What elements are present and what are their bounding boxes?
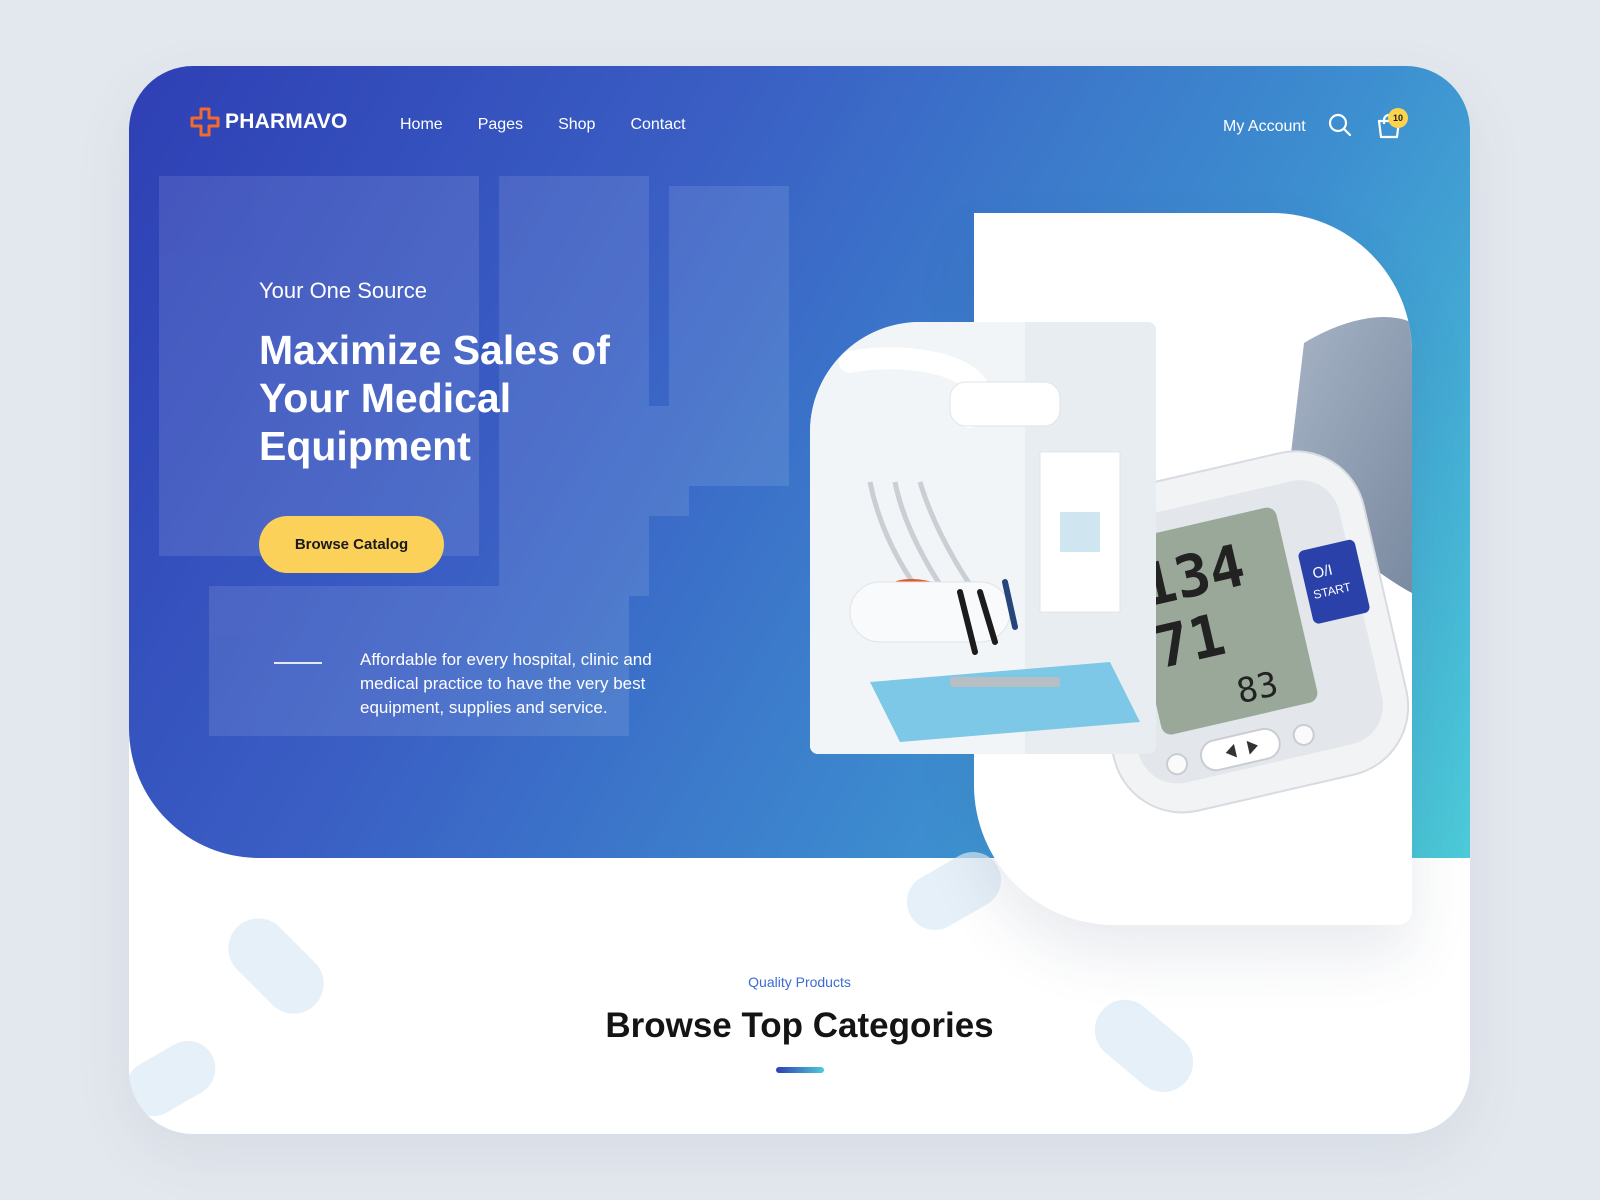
browse-catalog-button[interactable]: Browse Catalog <box>259 516 444 573</box>
description-dash <box>274 662 322 664</box>
nav-home[interactable]: Home <box>400 116 443 134</box>
section-title: Browse Top Categories <box>605 1006 994 1045</box>
my-account-link[interactable]: My Account <box>1223 118 1306 136</box>
hero-description: Affordable for every hospital, clinic an… <box>360 650 652 717</box>
section-kicker: Quality Products <box>748 974 851 990</box>
brand-name: PHARMAVO <box>225 110 348 133</box>
search-icon[interactable] <box>1327 112 1353 138</box>
brand-logo[interactable]: PHARMAVO <box>189 106 348 138</box>
dental-equipment-photo <box>810 322 1156 754</box>
dental-chair-image <box>810 322 1156 754</box>
nav-pages[interactable]: Pages <box>478 116 523 134</box>
cart-count-badge: 10 <box>1388 108 1408 128</box>
main-menu: Home Pages Shop Contact <box>400 116 686 134</box>
cross-logo-icon <box>190 107 220 137</box>
top-navigation: PHARMAVO Home Pages Shop Contact My Acco… <box>129 66 1470 186</box>
hero-headline: Maximize Sales of Your Medical Equipment <box>259 327 610 469</box>
nav-shop[interactable]: Shop <box>558 116 595 134</box>
hero-eyebrow: Your One Source <box>259 278 427 303</box>
page-card: PHARMAVO Home Pages Shop Contact My Acco… <box>129 66 1470 1134</box>
nav-contact[interactable]: Contact <box>630 116 685 134</box>
title-underline <box>776 1067 824 1073</box>
